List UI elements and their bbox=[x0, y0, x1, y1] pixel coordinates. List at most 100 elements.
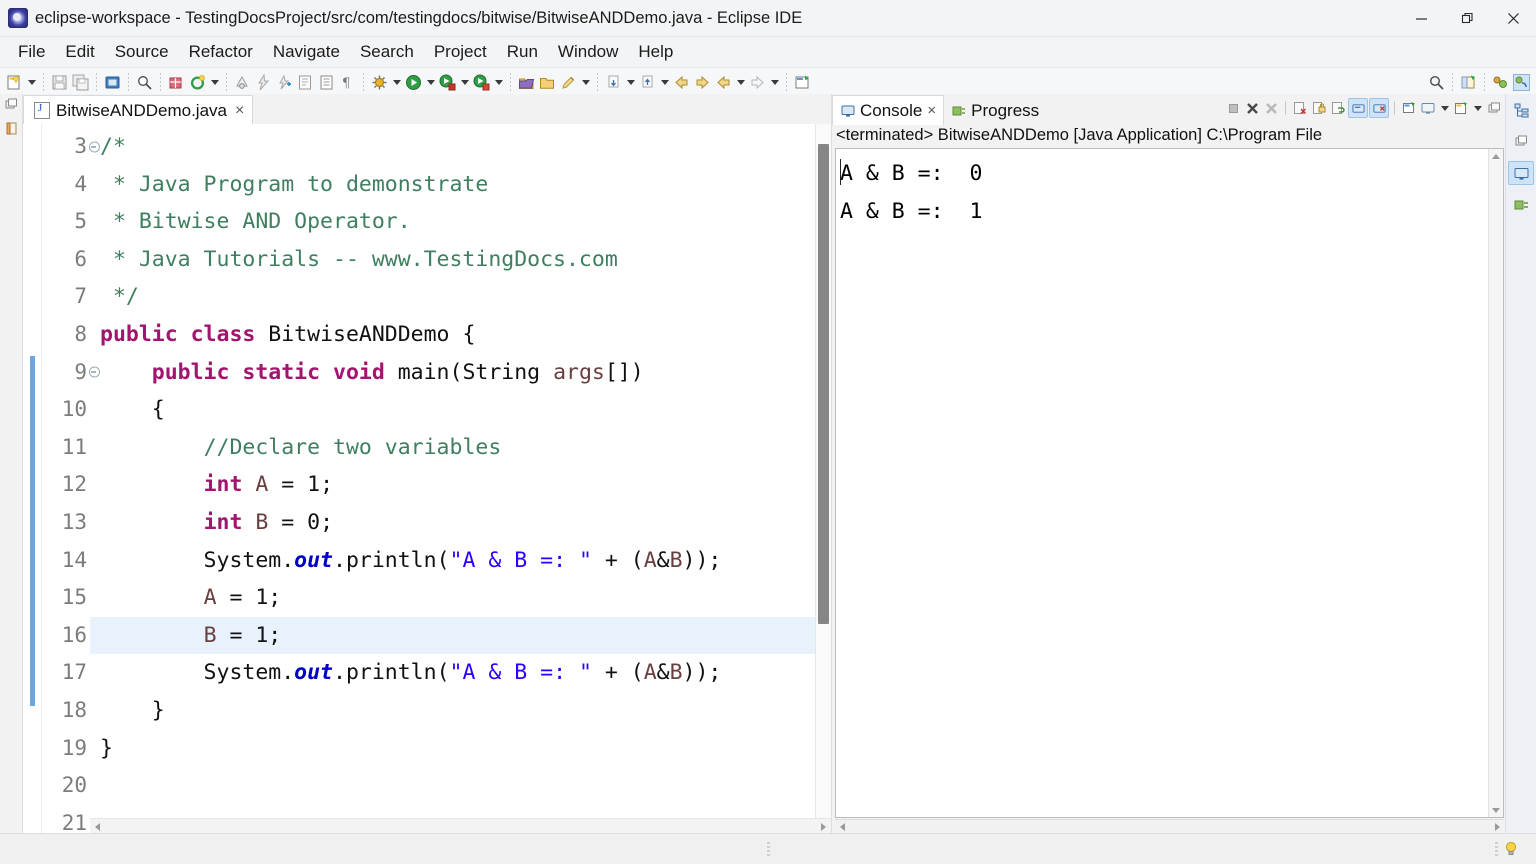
show-console-on-output-icon[interactable] bbox=[1348, 98, 1368, 118]
tab-console[interactable]: Console × bbox=[832, 95, 944, 125]
new-wizard-dropdown-icon[interactable] bbox=[25, 71, 38, 93]
scrollbar-thumb[interactable] bbox=[818, 144, 829, 624]
code-line[interactable]: public class BitwiseANDDemo { bbox=[90, 316, 831, 354]
restore-icon[interactable] bbox=[5, 98, 18, 116]
code-line[interactable]: int A = 1; bbox=[90, 466, 831, 504]
code-viewport[interactable]: /* * Java Program to demonstrate * Bitwi… bbox=[90, 124, 831, 834]
menu-help[interactable]: Help bbox=[628, 40, 683, 64]
save-all-icon[interactable] bbox=[70, 70, 91, 94]
minimize-icon[interactable] bbox=[1485, 99, 1503, 117]
console-menu-dropdown-icon[interactable] bbox=[1438, 97, 1451, 119]
next-annotation-icon[interactable] bbox=[603, 70, 624, 94]
code-line[interactable]: System.out.println("A & B =: " + (A&B)); bbox=[90, 654, 831, 692]
forward-history-icon[interactable] bbox=[747, 70, 768, 94]
new-java-package-icon[interactable] bbox=[166, 70, 187, 94]
menu-source[interactable]: Source bbox=[105, 40, 179, 64]
menu-edit[interactable]: Edit bbox=[55, 40, 104, 64]
clear-console-icon[interactable] bbox=[1291, 99, 1309, 117]
remove-launch-icon[interactable] bbox=[1243, 99, 1261, 117]
editor-horizontal-scrollbar[interactable] bbox=[90, 818, 831, 834]
menu-file[interactable]: File bbox=[8, 40, 55, 64]
toggle-block-selection-icon[interactable] bbox=[316, 70, 337, 94]
open-console-icon[interactable] bbox=[1452, 99, 1470, 117]
scroll-right-icon[interactable] bbox=[1490, 823, 1504, 831]
menu-window[interactable]: Window bbox=[548, 40, 628, 64]
progress-icon[interactable] bbox=[1509, 194, 1533, 216]
coverage-icon[interactable] bbox=[471, 70, 492, 94]
minimize-button[interactable] bbox=[1398, 0, 1444, 36]
scroll-up-icon[interactable] bbox=[1489, 149, 1503, 163]
package-explorer-icon[interactable] bbox=[5, 122, 18, 140]
word-wrap-icon[interactable] bbox=[1329, 99, 1347, 117]
menu-project[interactable]: Project bbox=[424, 40, 497, 64]
run-external-tools-icon[interactable] bbox=[437, 70, 458, 94]
editor-tab-bitwiseanddemo[interactable]: BitwiseANDDemo.java × bbox=[23, 95, 253, 125]
build-all-icon[interactable] bbox=[253, 70, 274, 94]
code-line[interactable]: * Java Tutorials -- www.TestingDocs.com bbox=[90, 241, 831, 279]
scroll-lock-icon[interactable] bbox=[1310, 99, 1328, 117]
previous-annotation-icon[interactable] bbox=[637, 70, 658, 94]
external-tools-dropdown-icon[interactable] bbox=[458, 71, 471, 93]
open-perspective-icon[interactable] bbox=[516, 70, 537, 94]
run-dropdown-icon[interactable] bbox=[424, 71, 437, 93]
new-java-class-icon[interactable] bbox=[295, 70, 316, 94]
show-whitespace-icon[interactable]: ¶ bbox=[337, 70, 358, 94]
menu-search[interactable]: Search bbox=[350, 40, 424, 64]
code-line[interactable]: } bbox=[90, 730, 831, 768]
pin-editor-icon[interactable] bbox=[792, 70, 813, 94]
restore-button[interactable] bbox=[1444, 0, 1490, 36]
coverage-dropdown-icon[interactable] bbox=[492, 71, 505, 93]
close-icon[interactable]: × bbox=[233, 103, 244, 119]
scroll-right-icon[interactable] bbox=[816, 823, 831, 831]
search-icon[interactable] bbox=[1426, 70, 1447, 94]
menu-refactor[interactable]: Refactor bbox=[179, 40, 263, 64]
code-line[interactable]: } bbox=[90, 692, 831, 730]
save-icon[interactable] bbox=[49, 70, 70, 94]
java-perspective-icon[interactable] bbox=[1490, 70, 1511, 94]
open-perspective-icon[interactable] bbox=[1458, 70, 1479, 94]
refresh-dropdown-icon[interactable] bbox=[208, 71, 221, 93]
show-console-on-error-icon[interactable] bbox=[1369, 98, 1389, 118]
code-line[interactable]: //Declare two variables bbox=[90, 429, 831, 467]
source-code[interactable]: /* * Java Program to demonstrate * Bitwi… bbox=[90, 124, 831, 834]
open-type-icon[interactable] bbox=[232, 70, 253, 94]
next-annotation-dropdown-icon[interactable] bbox=[624, 71, 637, 93]
code-line[interactable] bbox=[90, 767, 831, 805]
debug-dropdown-icon[interactable] bbox=[390, 71, 403, 93]
refresh-icon[interactable] bbox=[187, 70, 208, 94]
print-icon[interactable] bbox=[102, 70, 123, 94]
view-menu-icon[interactable] bbox=[1471, 97, 1484, 119]
terminate-icon[interactable] bbox=[1224, 99, 1242, 117]
annotation-ruler[interactable] bbox=[23, 124, 42, 834]
code-line[interactable]: /* bbox=[90, 128, 831, 166]
skip-breakpoints-icon[interactable] bbox=[274, 70, 295, 94]
display-selected-console-icon[interactable] bbox=[1419, 99, 1437, 117]
scroll-down-icon[interactable] bbox=[1489, 803, 1503, 817]
last-edit-dropdown-icon[interactable] bbox=[734, 71, 747, 93]
annotation-icon[interactable] bbox=[558, 70, 579, 94]
remove-all-launches-icon[interactable] bbox=[1262, 99, 1280, 117]
pin-console-icon[interactable] bbox=[1400, 99, 1418, 117]
code-line[interactable]: { bbox=[90, 391, 831, 429]
run-icon[interactable] bbox=[403, 70, 424, 94]
tab-progress[interactable]: Progress bbox=[944, 96, 1046, 125]
search-marker-icon[interactable] bbox=[134, 70, 155, 94]
close-button[interactable] bbox=[1490, 0, 1536, 36]
code-line[interactable]: A = 1; bbox=[90, 579, 831, 617]
code-line[interactable]: */ bbox=[90, 278, 831, 316]
menu-navigate[interactable]: Navigate bbox=[263, 40, 350, 64]
scroll-left-icon[interactable] bbox=[90, 823, 105, 831]
close-icon[interactable]: × bbox=[927, 102, 936, 119]
new-wizard-icon[interactable] bbox=[4, 70, 25, 94]
code-line[interactable]: B = 1; bbox=[90, 617, 831, 655]
menu-run[interactable]: Run bbox=[497, 40, 548, 64]
previous-annotation-dropdown-icon[interactable] bbox=[658, 71, 671, 93]
outline-icon[interactable] bbox=[1509, 99, 1533, 121]
editor-vertical-scrollbar[interactable] bbox=[815, 124, 831, 819]
code-line[interactable]: System.out.println("A & B =: " + (A&B)); bbox=[90, 542, 831, 580]
code-line[interactable]: * Java Program to demonstrate bbox=[90, 166, 831, 204]
console-horizontal-scrollbar[interactable] bbox=[835, 819, 1504, 834]
console-vertical-scrollbar[interactable] bbox=[1488, 149, 1503, 817]
forward-history-dropdown-icon[interactable] bbox=[768, 71, 781, 93]
console-output-area[interactable]: A & B =: 0A & B =: 1 bbox=[835, 148, 1504, 818]
